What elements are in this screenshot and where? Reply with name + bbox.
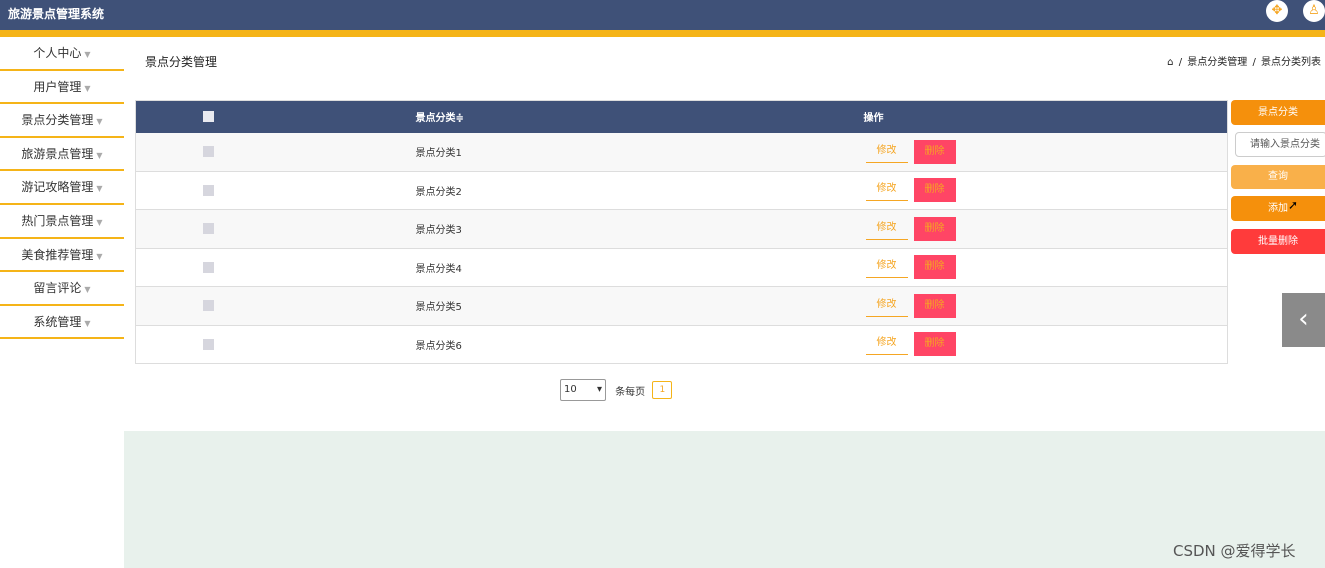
sidebar-item-label: 留言评论 bbox=[33, 281, 82, 296]
caret-down-icon: ▼ bbox=[96, 150, 103, 160]
caret-down-icon: ▼ bbox=[96, 117, 103, 127]
breadcrumb-separator: / bbox=[1178, 57, 1183, 68]
cell-category: 景点分类2 bbox=[281, 171, 638, 210]
row-checkbox[interactable] bbox=[203, 145, 215, 157]
table-row: 景点分类6 修改 删除 bbox=[135, 325, 1228, 364]
category-filter-label: 景点分类 bbox=[1231, 100, 1325, 125]
sidebar-item-travel-guide-management[interactable]: 游记攻略管理 ▼ bbox=[0, 171, 124, 205]
row-checkbox[interactable] bbox=[203, 223, 215, 234]
edit-button[interactable]: 修改 bbox=[865, 295, 908, 317]
search-panel: 景点分类 bbox=[1231, 100, 1325, 133]
caret-down-icon: ▼ bbox=[84, 318, 91, 328]
sidebar-item-personal-center[interactable]: 个人中心 ▼ bbox=[0, 37, 124, 71]
table-row: 景点分类3 修改 删除 bbox=[135, 209, 1228, 249]
sidebar-item-food-recommend-management[interactable]: 美食推荐管理 ▼ bbox=[0, 239, 124, 273]
sidebar-item-label: 热门景点管理 bbox=[21, 213, 94, 228]
fullscreen-icon[interactable]: ✥ bbox=[1266, 0, 1288, 22]
select-all-header bbox=[135, 100, 282, 133]
user-avatar-icon[interactable]: ♙ bbox=[1303, 0, 1325, 22]
batch-delete-button[interactable]: 批量删除 bbox=[1231, 229, 1325, 254]
delete-button[interactable]: 删除 bbox=[913, 216, 956, 241]
top-bar: 旅游景点管理系统 ✥ ♙ bbox=[0, 0, 1325, 37]
edit-button[interactable]: 修改 bbox=[865, 256, 908, 279]
caret-down-icon: ▼ bbox=[84, 83, 91, 93]
cell-category: 景点分类5 bbox=[281, 286, 638, 326]
add-button[interactable]: 添加 bbox=[1231, 196, 1325, 221]
delete-button[interactable]: 删除 bbox=[913, 178, 956, 203]
home-icon[interactable]: ⌂ bbox=[1167, 57, 1173, 68]
table-row: 景点分类5 修改 删除 bbox=[135, 286, 1228, 326]
sidebar-item-label: 景点分类管理 bbox=[21, 113, 94, 128]
row-checkbox[interactable] bbox=[203, 300, 215, 311]
column-header-category[interactable]: 景点分类≑ bbox=[281, 100, 638, 133]
row-checkbox[interactable] bbox=[203, 261, 215, 273]
sidebar-item-category-management[interactable]: 景点分类管理 ▼ bbox=[0, 104, 124, 138]
edit-button[interactable]: 修改 bbox=[865, 218, 908, 240]
table-row: 景点分类1 修改 删除 bbox=[135, 132, 1228, 172]
sidebar-item-label: 用户管理 bbox=[33, 79, 82, 94]
breadcrumb-item[interactable]: 景点分类管理 bbox=[1187, 57, 1247, 68]
sidebar-item-label: 个人中心 bbox=[33, 46, 82, 60]
cell-category: 景点分类1 bbox=[281, 132, 638, 172]
sidebar-item-label: 旅游景点管理 bbox=[21, 146, 94, 161]
delete-button[interactable]: 删除 bbox=[913, 332, 956, 357]
delete-button[interactable]: 删除 bbox=[913, 139, 956, 164]
breadcrumb-separator: / bbox=[1252, 57, 1256, 68]
sidebar-item-label: 系统管理 bbox=[33, 314, 82, 329]
caret-down-icon: ▼ bbox=[84, 50, 91, 59]
edit-button[interactable]: 修改 bbox=[865, 141, 908, 163]
sidebar-item-comments[interactable]: 留言评论 ▼ bbox=[0, 272, 124, 306]
delete-button[interactable]: 删除 bbox=[913, 255, 956, 280]
select-all-checkbox[interactable] bbox=[203, 111, 215, 122]
table-row: 景点分类4 修改 删除 bbox=[135, 248, 1228, 287]
caret-down-icon: ▼ bbox=[96, 184, 103, 194]
page-number-button[interactable]: 1 bbox=[652, 381, 673, 399]
per-page-label: 条每页 bbox=[615, 386, 646, 398]
mouse-cursor-icon: ➚ bbox=[1288, 198, 1299, 212]
page-title: 景点分类管理 bbox=[145, 55, 218, 69]
accent-stripe bbox=[0, 30, 1325, 37]
delete-button[interactable]: 删除 bbox=[913, 293, 956, 318]
breadcrumb: ⌂ / 景点分类管理 / 景点分类列表 bbox=[1165, 53, 1321, 68]
caret-down-icon: ▼ bbox=[96, 217, 103, 227]
page-size-select[interactable]: 10 bbox=[560, 379, 606, 401]
footer-area bbox=[124, 431, 1325, 568]
watermark: CSDN @爱得学长 bbox=[1173, 542, 1296, 560]
edit-button[interactable]: 修改 bbox=[865, 179, 908, 202]
caret-down-icon: ▼ bbox=[96, 251, 103, 261]
app-title: 旅游景点管理系统 bbox=[8, 7, 105, 21]
search-button[interactable]: 查询 bbox=[1231, 165, 1325, 189]
category-table: 景点分类≑ 操作 景点分类1 修改 删除 景点分类2 修改 删除 景点分类3 修改删… bbox=[135, 100, 1228, 364]
sidebar-item-label: 美食推荐管理 bbox=[21, 247, 94, 262]
cell-category: 景点分类3 bbox=[281, 209, 638, 249]
cell-category: 景点分类4 bbox=[281, 248, 638, 287]
pagination: 10 条每页 1 bbox=[560, 379, 673, 401]
sidebar-item-hot-attraction-management[interactable]: 热门景点管理 ▼ bbox=[0, 205, 124, 239]
caret-down-icon: ▼ bbox=[84, 285, 91, 295]
column-header-actions: 操作 bbox=[637, 100, 1228, 133]
sidebar-item-attraction-management[interactable]: 旅游景点管理 ▼ bbox=[0, 138, 124, 172]
cell-category: 景点分类6 bbox=[281, 325, 638, 364]
breadcrumb-item: 景点分类列表 bbox=[1261, 57, 1321, 68]
collapse-panel-chevron-left-icon[interactable]: ‹ bbox=[1282, 293, 1325, 347]
edit-button[interactable]: 修改 bbox=[865, 333, 908, 356]
category-search-input[interactable]: 请输入景点分类 bbox=[1235, 132, 1325, 157]
sidebar-item-user-management[interactable]: 用户管理 ▼ bbox=[0, 71, 124, 105]
row-checkbox[interactable] bbox=[203, 184, 215, 196]
sidebar-item-system-management[interactable]: 系统管理 ▼ bbox=[0, 306, 124, 340]
sidebar: 个人中心 ▼ 用户管理 ▼ 景点分类管理 ▼ 旅游景点管理 ▼ 游记攻略管理 ▼ 热门景点… bbox=[0, 37, 124, 340]
row-checkbox[interactable] bbox=[203, 338, 215, 350]
sidebar-item-label: 游记攻略管理 bbox=[21, 180, 94, 195]
table-row: 景点分类2 修改 删除 bbox=[135, 171, 1228, 210]
